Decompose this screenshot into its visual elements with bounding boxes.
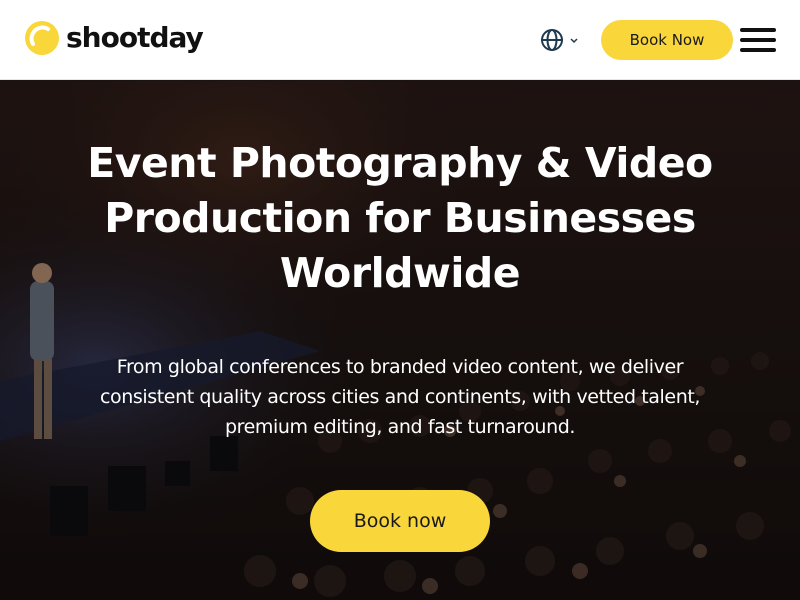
language-selector[interactable] — [540, 28, 580, 52]
globe-icon — [541, 29, 563, 51]
chevron-down-icon — [570, 38, 578, 44]
hero-subtitle-line: From global conferences to branded video… — [116, 356, 684, 378]
hero-title: Event Photography & Video Production for… — [40, 136, 760, 301]
logo-text: shootday — [66, 21, 204, 54]
hero-section: Event Photography & Video Production for… — [0, 81, 800, 600]
hero-title-line: Production for Businesses — [104, 194, 696, 242]
logo-icon — [25, 21, 59, 55]
menu-bar — [740, 48, 776, 52]
book-now-button[interactable]: Book Now — [601, 20, 733, 60]
menu-bar — [740, 38, 776, 42]
logo[interactable]: shootday — [24, 20, 204, 56]
hero-subtitle-line: consistent quality across cities and con… — [99, 386, 701, 408]
hero-book-now-button[interactable]: Book now — [310, 490, 490, 552]
hero-title-line: Worldwide — [279, 249, 521, 297]
hero-subtitle-line: premium editing, and fast turnaround. — [224, 416, 576, 438]
menu-bar — [740, 28, 776, 32]
site-header: shootday Book Now — [0, 0, 800, 80]
hero-subtitle: From global conferences to branded video… — [60, 352, 740, 442]
hamburger-menu-icon[interactable] — [740, 26, 776, 54]
hero-title-line: Event Photography & Video — [87, 139, 713, 187]
